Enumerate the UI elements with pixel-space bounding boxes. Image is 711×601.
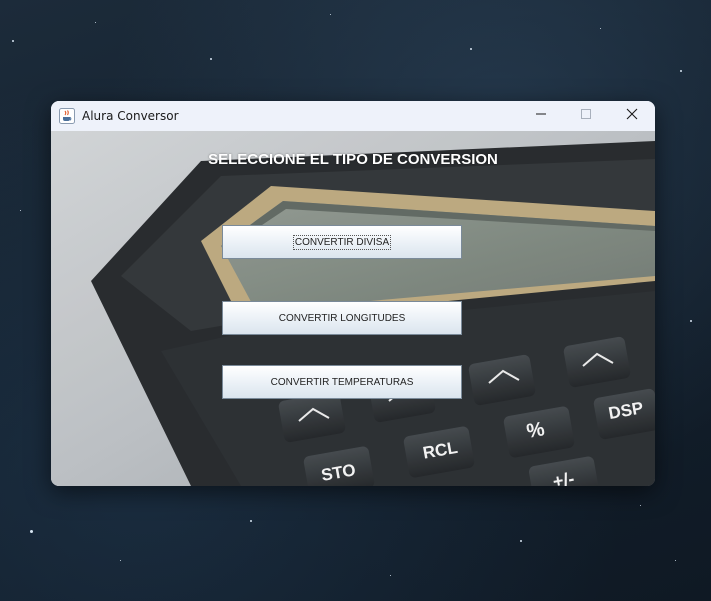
star xyxy=(210,58,212,60)
star xyxy=(330,14,331,15)
maximize-icon xyxy=(580,107,592,125)
minimize-button[interactable] xyxy=(518,101,564,131)
star xyxy=(600,28,601,29)
desktop-background: Alura Conversor SELECCIONE EL TIPO DE CO… xyxy=(0,0,711,601)
convert-currency-button[interactable]: CONVERTIR DIVISA xyxy=(222,225,462,259)
star xyxy=(680,70,682,72)
close-icon xyxy=(626,107,638,125)
star xyxy=(690,320,692,322)
content-panel: STO RCL % DSP +/- SELECCIONE EL TIPO DE … xyxy=(51,131,655,486)
close-button[interactable] xyxy=(609,101,655,131)
title-bar[interactable]: Alura Conversor xyxy=(51,101,655,131)
java-coffee-icon xyxy=(59,108,75,124)
maximize-button[interactable] xyxy=(563,101,609,131)
convert-length-label: CONVERTIR LONGITUDES xyxy=(278,312,406,324)
star xyxy=(30,530,33,533)
star xyxy=(95,22,96,23)
star xyxy=(250,520,252,522)
star xyxy=(470,48,472,50)
convert-temperature-button[interactable]: CONVERTIR TEMPERATURAS xyxy=(222,365,462,399)
convert-temperature-label: CONVERTIR TEMPERATURAS xyxy=(270,376,414,388)
star xyxy=(390,575,391,576)
page-title: SELECCIONE EL TIPO DE CONVERSION xyxy=(208,151,498,168)
minimize-icon xyxy=(535,107,547,125)
star xyxy=(20,210,21,211)
star xyxy=(520,540,522,542)
star xyxy=(12,40,14,42)
convert-length-button[interactable]: CONVERTIR LONGITUDES xyxy=(222,301,462,335)
convert-currency-label: CONVERTIR DIVISA xyxy=(292,234,392,250)
star xyxy=(640,505,641,506)
star xyxy=(120,560,121,561)
star xyxy=(675,560,676,561)
window-title: Alura Conversor xyxy=(82,109,179,123)
app-window: Alura Conversor SELECCIONE EL TIPO DE CO… xyxy=(51,101,655,486)
